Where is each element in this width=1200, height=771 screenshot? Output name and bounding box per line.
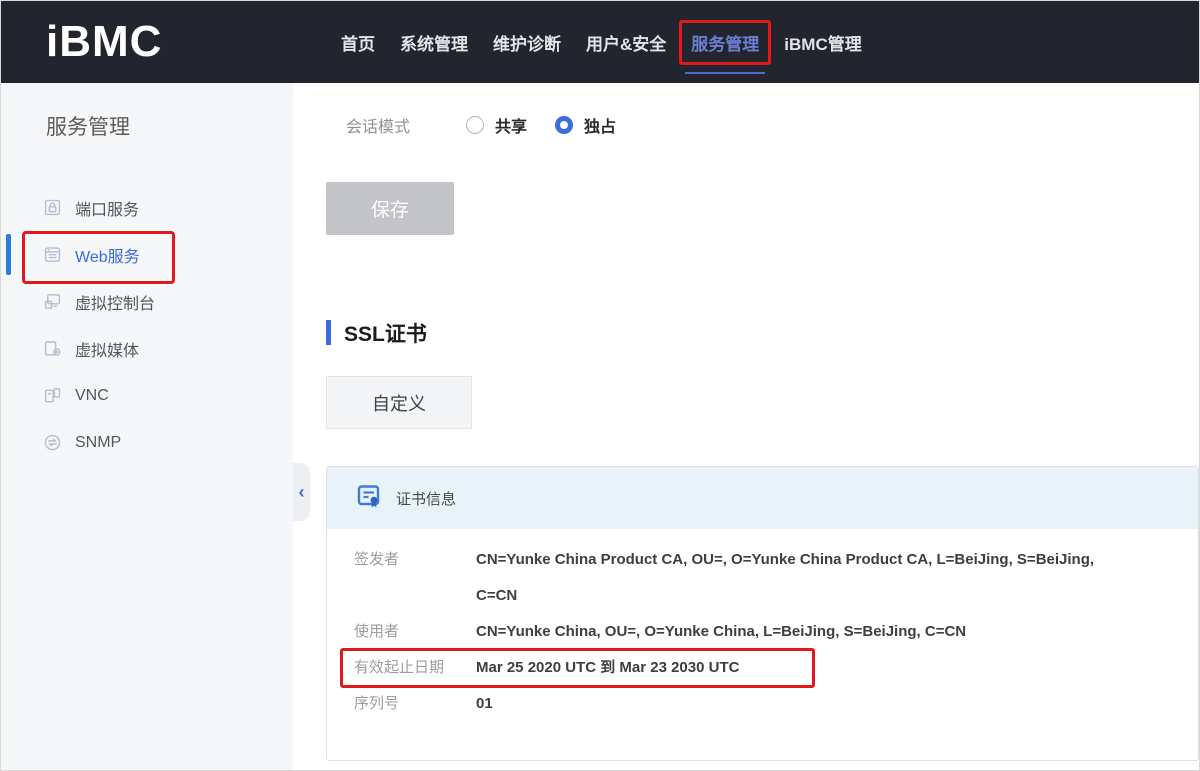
certificate-panel-header: 证书信息 — [327, 467, 1198, 529]
virtual-media-icon — [43, 339, 62, 358]
sidebar-item-snmp[interactable]: SNMP — [1, 419, 293, 466]
main-nav: 首页 系统管理 维护诊断 用户&安全 服务管理 iBMC管理 — [341, 30, 862, 55]
certificate-panel-title: 证书信息 — [396, 488, 456, 509]
sidebar-title: 服务管理 — [46, 111, 293, 141]
certificate-icon — [356, 483, 382, 513]
sidebar-item-virtual-media[interactable]: 虚拟媒体 — [1, 325, 293, 372]
sidebar: 服务管理 端口服务 — [1, 83, 293, 770]
ibmc-logo: iBMC — [46, 17, 296, 67]
nav-tab-maintenance[interactable]: 维护诊断 — [493, 30, 561, 55]
sidebar-item-label: Web服务 — [75, 243, 140, 267]
nav-tab-system[interactable]: 系统管理 — [400, 30, 468, 55]
sidebar-item-label: 虚拟媒体 — [75, 337, 139, 361]
sidebar-item-virtual-console[interactable]: 虚拟控制台 — [1, 278, 293, 325]
nav-tab-service-management[interactable]: 服务管理 — [691, 30, 759, 55]
web-service-icon — [43, 245, 62, 264]
radio-option-label: 共享 — [495, 113, 527, 137]
cert-row-label: 签发者 — [354, 542, 476, 614]
radio-selected-icon[interactable] — [555, 116, 573, 134]
cert-row-value: CN=Yunke China Product CA, OU=, O=Yunke … — [476, 542, 1096, 614]
cert-row-serial-number: 序列号 01 — [354, 686, 1168, 722]
cert-row-issuer: 签发者 CN=Yunke China Product CA, OU=, O=Yu… — [354, 542, 1168, 614]
cert-row-label: 有效起止日期 — [354, 650, 476, 686]
ibmc-page: iBMC 首页 系统管理 维护诊断 用户&安全 服务管理 iBMC管理 服务管理 — [0, 0, 1200, 771]
snmp-icon — [43, 433, 62, 452]
radio-option-shared[interactable]: 共享 — [466, 113, 527, 137]
cert-row-validity-period: 有效起止日期 Mar 25 2020 UTC 到 Mar 23 2030 UTC — [354, 650, 1168, 686]
ssl-section-title: SSL证书 — [344, 318, 427, 348]
sidebar-item-label: SNMP — [75, 434, 121, 452]
sidebar-item-label: VNC — [75, 387, 109, 405]
custom-certificate-button[interactable]: 自定义 — [326, 376, 472, 429]
save-button[interactable]: 保存 — [326, 182, 454, 235]
session-mode-label: 会话模式 — [346, 113, 466, 137]
nav-tab-home[interactable]: 首页 — [341, 30, 375, 55]
cert-row-subject: 使用者 CN=Yunke China, OU=, O=Yunke China, … — [354, 614, 1168, 650]
certificate-details: 签发者 CN=Yunke China Product CA, OU=, O=Yu… — [327, 529, 1198, 722]
cert-row-label: 使用者 — [354, 614, 476, 650]
nav-tab-ibmc-management[interactable]: iBMC管理 — [784, 30, 861, 55]
session-mode-row: 会话模式 共享 独占 — [326, 111, 1199, 139]
top-navbar: iBMC 首页 系统管理 维护诊断 用户&安全 服务管理 iBMC管理 — [1, 1, 1199, 83]
port-service-icon — [43, 198, 62, 217]
sidebar-item-label: 虚拟控制台 — [75, 290, 155, 314]
certificate-info-panel: 证书信息 签发者 CN=Yunke China Product CA, OU=,… — [326, 466, 1199, 761]
cert-row-value: 01 — [476, 686, 493, 722]
virtual-console-icon — [43, 292, 62, 311]
vnc-icon — [43, 386, 62, 405]
sidebar-item-vnc[interactable]: VNC — [1, 372, 293, 419]
ssl-section-header: SSL证书 — [326, 319, 1199, 346]
radio-option-label: 独占 — [584, 113, 616, 137]
nav-tab-user-security[interactable]: 用户&安全 — [586, 30, 666, 55]
sidebar-menu: 端口服务 Web服务 — [1, 184, 293, 466]
cert-row-value: Mar 25 2020 UTC 到 Mar 23 2030 UTC — [476, 650, 739, 686]
main-content: 会话模式 共享 独占 保存 SSL证书 自定义 — [293, 83, 1199, 770]
radio-unselected-icon[interactable] — [466, 116, 484, 134]
sidebar-item-web-service[interactable]: Web服务 — [1, 231, 293, 278]
cert-row-label: 序列号 — [354, 686, 476, 722]
sidebar-item-label: 端口服务 — [75, 196, 139, 220]
section-accent-bar — [326, 320, 331, 345]
cert-row-value: CN=Yunke China, OU=, O=Yunke China, L=Be… — [476, 614, 966, 650]
sidebar-item-port-service[interactable]: 端口服务 — [1, 184, 293, 231]
radio-option-exclusive[interactable]: 独占 — [555, 113, 616, 137]
